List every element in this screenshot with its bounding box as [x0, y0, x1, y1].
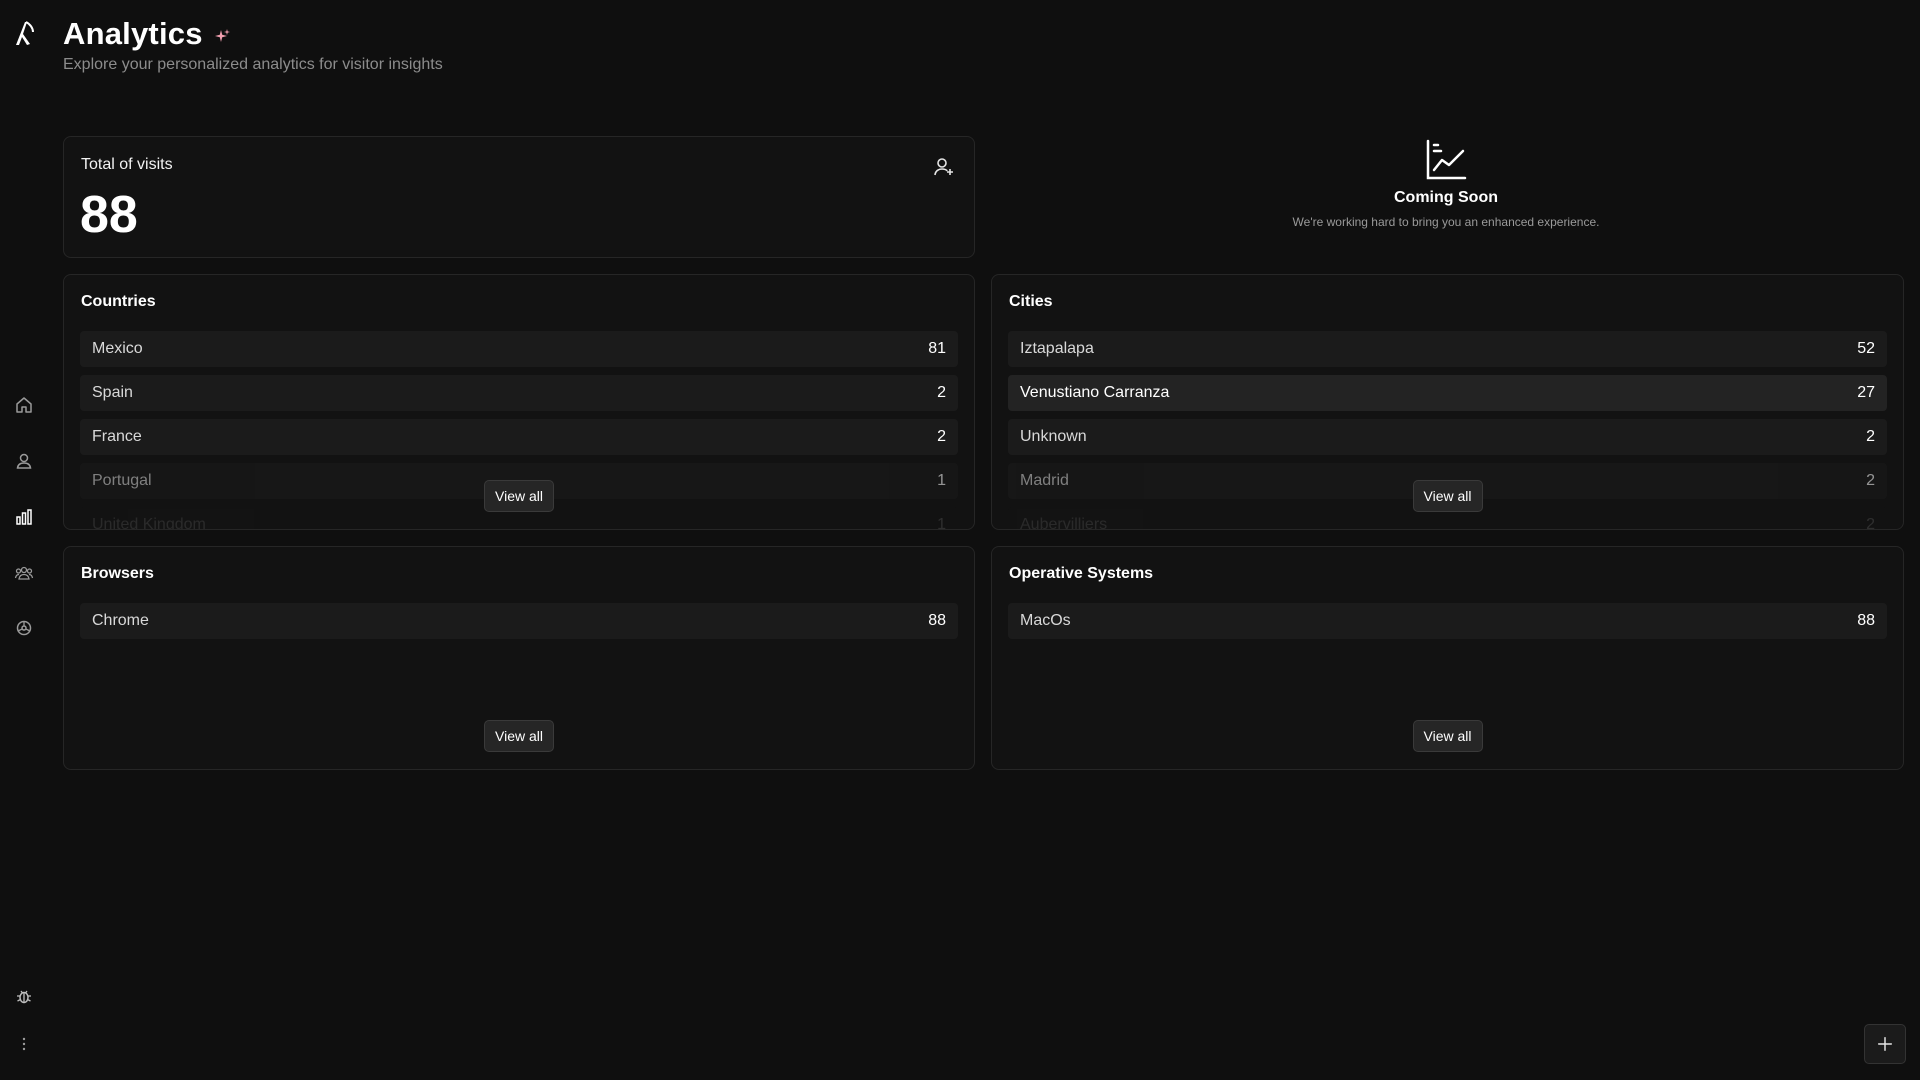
list-item[interactable]: Venustiano Carranza 27 [1008, 375, 1887, 411]
browsers-card: Browsers Chrome 88 View all [63, 546, 975, 770]
list-item[interactable]: Iztapalapa 52 [1008, 331, 1887, 367]
list-item[interactable]: Unknown 2 [1008, 419, 1887, 455]
os-card: Operative Systems MacOs 88 View all [991, 546, 1904, 770]
countries-card: Countries Mexico 81 Spain 2 France 2 Portug… [63, 274, 975, 530]
team-icon[interactable] [12, 561, 36, 585]
total-visits-label: Total of visits [81, 156, 173, 173]
add-button[interactable] [1864, 1024, 1906, 1064]
more-vertical-icon[interactable] [12, 1032, 36, 1056]
list-item[interactable]: France 2 [80, 419, 958, 455]
page-subtitle: Explore your personalized analytics for … [63, 56, 443, 73]
total-visits-value: 88 [80, 186, 138, 244]
sidebar [0, 0, 48, 1080]
cities-card: Cities Iztapalapa 52 Venustiano Carranza 2… [991, 274, 1904, 530]
plus-icon [1877, 1036, 1893, 1052]
browsers-list: Chrome 88 [80, 603, 958, 647]
page-title: Analytics [63, 16, 203, 51]
bar-chart-icon[interactable] [12, 505, 36, 529]
line-chart-icon [1426, 139, 1467, 180]
coming-soon-panel: Coming Soon We're working hard to bring … [991, 138, 1901, 229]
browsers-view-all-button[interactable]: View all [484, 720, 554, 752]
os-view-all-button[interactable]: View all [1412, 720, 1483, 752]
list-item[interactable]: Spain 2 [80, 375, 958, 411]
cities-view-all-button[interactable]: View all [1412, 480, 1483, 512]
os-list: MacOs 88 [1008, 603, 1887, 647]
user-icon[interactable] [12, 449, 36, 473]
countries-view-all-button[interactable]: View all [484, 480, 554, 512]
list-item[interactable]: Mexico 81 [80, 331, 958, 367]
countries-title: Countries [81, 293, 156, 310]
user-add-icon [934, 158, 953, 176]
total-visits-card: Total of visits 88 [63, 136, 975, 258]
cities-title: Cities [1009, 293, 1053, 310]
browsers-title: Browsers [81, 565, 154, 582]
bug-icon[interactable] [12, 984, 36, 1008]
coming-soon-text: We're working hard to bring you an enhan… [1292, 215, 1600, 229]
settings-icon[interactable] [12, 616, 36, 640]
coming-soon-title: Coming Soon [1394, 189, 1498, 206]
logo-icon[interactable] [11, 18, 37, 48]
os-title: Operative Systems [1009, 565, 1154, 582]
sparkle-icon [214, 29, 230, 42]
list-item[interactable]: MacOs 88 [1008, 603, 1887, 639]
home-icon[interactable] [12, 393, 36, 417]
page-header: Analytics Explore your personalized anal… [63, 16, 443, 74]
list-item[interactable]: Chrome 88 [80, 603, 958, 639]
